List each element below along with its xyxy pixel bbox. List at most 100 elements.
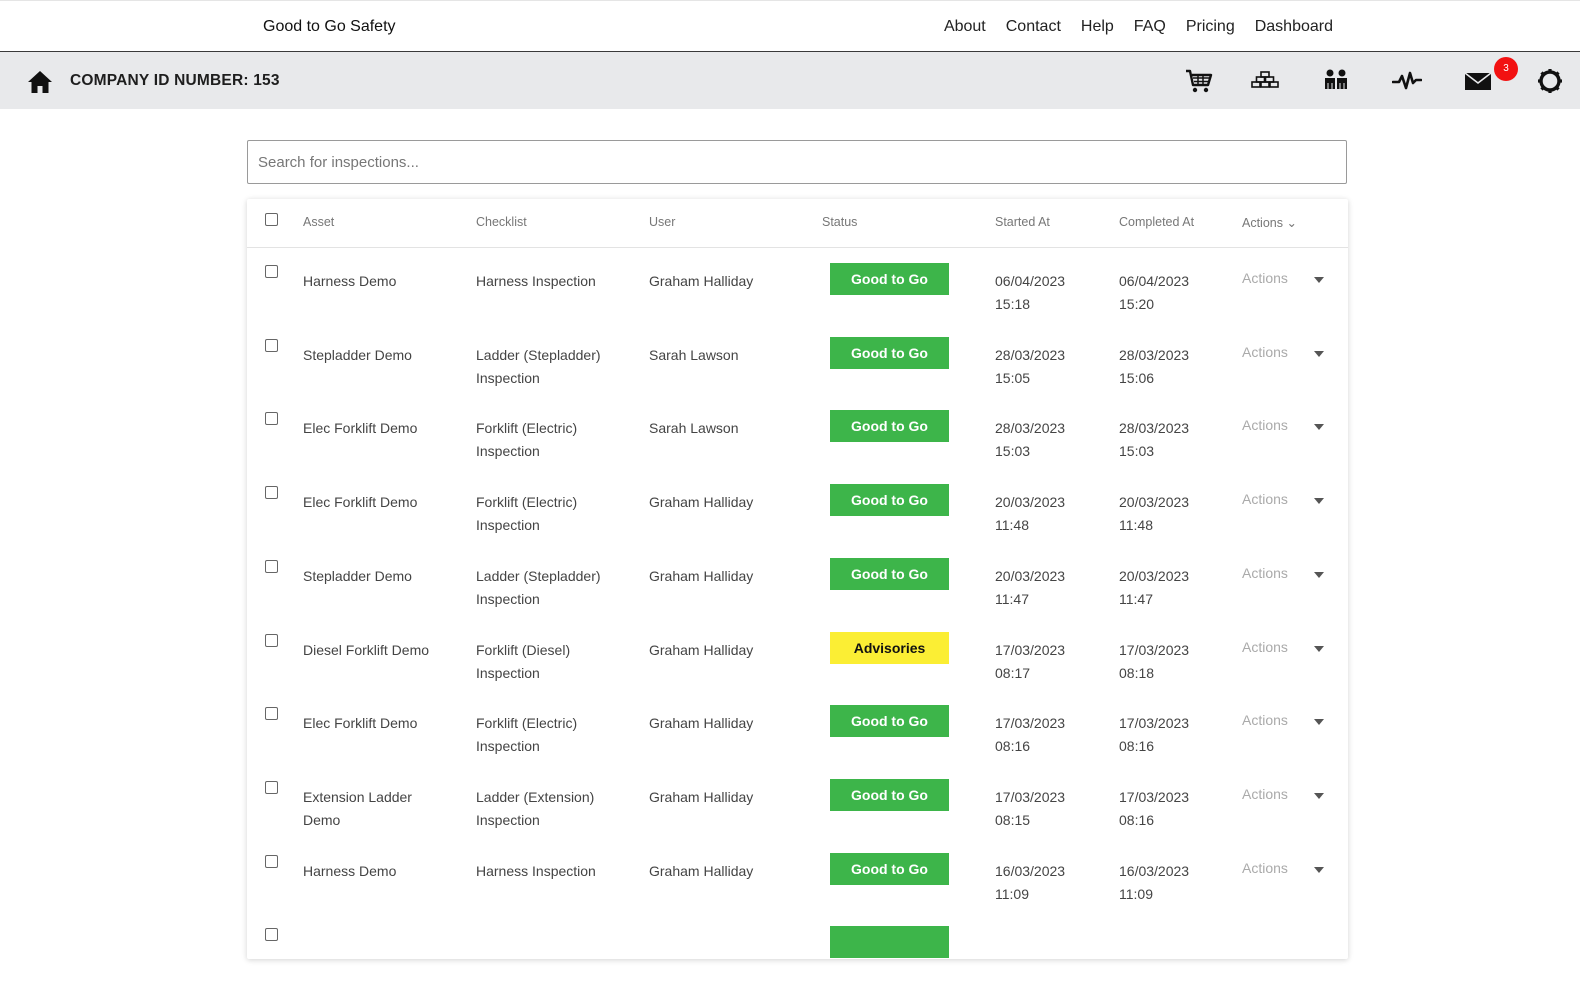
row-checkbox[interactable] [265, 338, 278, 352]
completed-at-cell-line: 11:47 [1119, 590, 1153, 607]
completed-at-cell-line: 06/04/2023 [1119, 273, 1190, 289]
brand-name[interactable]: Good to Go Safety [263, 18, 396, 36]
completed-at-cell-line: 15:20 [1119, 296, 1155, 312]
nav-contact[interactable]: Contact [1006, 18, 1061, 36]
row-checkbox[interactable] [265, 265, 278, 278]
nav-about[interactable]: About [944, 18, 986, 36]
search-input[interactable] [247, 140, 1347, 184]
user-cell: Graham Halliday [649, 273, 754, 289]
gear-icon[interactable] [1535, 67, 1565, 95]
table-row: Elec Forklift Demo Forklift (Electric) Ins… [247, 475, 1348, 549]
mail-count-badge: 3 [1494, 57, 1518, 81]
completed-at-cell-line: 11:09 [1119, 885, 1153, 902]
chevron-down-icon[interactable] [1314, 571, 1324, 578]
started-at-cell-line: 28/03/2023 [995, 420, 1066, 437]
stack-icon[interactable] [1250, 67, 1280, 95]
user-cell: Graham Halliday [649, 494, 754, 511]
started-at-cell-line: 15:05 [995, 369, 1031, 386]
row-checkbox[interactable] [265, 854, 278, 868]
checklist-cell: Forklift (Electric) Inspection [476, 417, 577, 463]
asset-cell: Stepladder Demo [303, 344, 412, 367]
nav-dashboard[interactable]: Dashboard [1255, 18, 1333, 36]
row-checkbox[interactable] [265, 486, 278, 500]
checklist-cell-line: Forklift (Electric) [476, 494, 578, 511]
row-checkbox[interactable] [265, 559, 278, 573]
table-row: Stepladder Demo Ladder (Stepladder) Inspec… [247, 328, 1348, 402]
completed-at-cell-line: 15:06 [1119, 369, 1155, 386]
table-row: Diesel Forklift Demo Forklift (Diesel) Ins… [247, 623, 1348, 697]
status-badge: Good to Go [830, 778, 949, 811]
completed-at-cell: 20/03/2023 11:48 [1119, 491, 1189, 537]
row-actions-button[interactable]: Actions [1242, 491, 1288, 507]
completed-at-cell-line: 28/03/2023 [1119, 346, 1190, 363]
activity-icon[interactable] [1392, 67, 1422, 95]
started-at-cell-line: 08:16 [995, 738, 1031, 755]
row-actions-button[interactable]: Actions [1242, 712, 1288, 728]
checklist-cell: Forklift (Diesel) Inspection [476, 639, 570, 685]
table-row: Elec Forklift Demo Forklift (Electric) Ins… [247, 401, 1348, 475]
started-at-cell: 17/03/2023 08:15 [995, 786, 1065, 832]
started-at-cell-line: 11:09 [995, 885, 1029, 902]
completed-at-cell-line: 08:16 [1119, 811, 1155, 828]
asset-cell: Extension Ladder Demo [303, 786, 412, 832]
started-at-cell-line: 11:47 [995, 590, 1029, 607]
row-checkbox[interactable] [265, 707, 278, 721]
mail-icon[interactable] [1463, 67, 1493, 95]
asset-cell-line: Stepladder Demo [303, 346, 412, 363]
checklist-cell: Harness Inspection [476, 860, 596, 883]
asset-cell-line: Elec Forklift Demo [303, 494, 418, 511]
row-actions-button[interactable]: Actions [1242, 270, 1288, 286]
cart-icon[interactable] [1184, 67, 1214, 95]
status-badge: Advisories [830, 631, 949, 664]
users-icon[interactable] [1321, 67, 1351, 95]
started-at-cell-line: 16/03/2023 [995, 862, 1066, 879]
header-actions[interactable]: Actions ⌄ [1242, 215, 1297, 230]
row-actions-button[interactable]: Actions [1242, 417, 1288, 433]
header-status[interactable]: Status [822, 215, 857, 229]
select-all-checkbox[interactable] [265, 213, 278, 226]
chevron-down-icon[interactable] [1314, 498, 1324, 505]
row-actions-button[interactable]: Actions [1242, 786, 1288, 802]
asset-cell: Diesel Forklift Demo [303, 639, 429, 662]
row-actions-button[interactable]: Actions [1242, 860, 1288, 876]
home-icon[interactable] [27, 69, 53, 95]
nav-pricing[interactable]: Pricing [1186, 18, 1235, 36]
checklist-cell-line: Inspection [476, 443, 540, 460]
chevron-down-icon[interactable] [1314, 866, 1324, 873]
row-actions-button[interactable]: Actions [1242, 565, 1288, 581]
header-completed-at[interactable]: Completed At [1119, 215, 1194, 229]
chevron-down-icon[interactable] [1314, 719, 1324, 726]
asset-cell-line: Extension Ladder [303, 788, 412, 805]
table-header: Asset Checklist User Status Started At C… [247, 199, 1348, 248]
nav-help[interactable]: Help [1081, 18, 1114, 36]
chevron-down-icon[interactable] [1314, 424, 1324, 431]
completed-at-cell: 28/03/2023 15:06 [1119, 344, 1189, 390]
chevron-down-icon[interactable] [1314, 350, 1324, 357]
status-badge: Good to Go [830, 557, 949, 590]
row-actions-button[interactable]: Actions [1242, 344, 1288, 360]
header-started-at[interactable]: Started At [995, 215, 1050, 229]
checklist-cell-line: Harness Inspection [476, 862, 596, 879]
table-row: Extension Ladder Demo Ladder (Extension) In… [247, 770, 1348, 844]
table-row: Stepladder Demo Ladder (Stepladder) Inspec… [247, 549, 1348, 623]
top-navbar: Good to Go Safety About Contact Help FAQ… [0, 0, 1580, 52]
row-checkbox[interactable] [265, 780, 278, 794]
completed-at-cell-line: 08:16 [1119, 738, 1155, 755]
chevron-down-icon[interactable] [1314, 645, 1324, 652]
chevron-down-icon[interactable] [1314, 277, 1324, 283]
nav-faq[interactable]: FAQ [1134, 18, 1166, 36]
started-at-cell: 20/03/2023 11:47 [995, 565, 1065, 611]
header-asset[interactable]: Asset [303, 215, 334, 229]
nav-links: About Contact Help FAQ Pricing Dashboard [944, 18, 1333, 36]
header-user[interactable]: User [649, 215, 675, 229]
header-checklist[interactable]: Checklist [476, 215, 527, 229]
started-at-cell-line: 17/03/2023 [995, 788, 1066, 805]
completed-at-cell-line: 17/03/2023 [1119, 641, 1190, 658]
row-checkbox[interactable] [265, 928, 278, 942]
asset-cell-line: Elec Forklift Demo [303, 715, 418, 732]
chevron-down-icon[interactable] [1314, 792, 1324, 799]
row-actions-button[interactable]: Actions [1242, 639, 1288, 655]
user-cell: Graham Halliday [649, 862, 754, 879]
row-checkbox[interactable] [265, 412, 278, 426]
row-checkbox[interactable] [265, 633, 278, 647]
